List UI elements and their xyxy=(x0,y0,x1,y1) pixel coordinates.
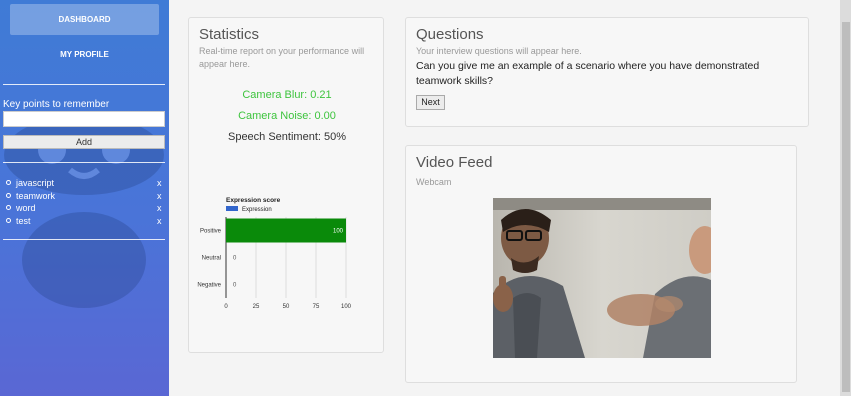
key-point-label: javascript xyxy=(16,178,55,188)
expression-score-chart: Expression score Expression 0 25 50 75 100 Posi… xyxy=(197,197,352,310)
camera-noise-stat: Camera Noise: 0.00 xyxy=(238,110,336,122)
x-tick-label: 0 xyxy=(224,304,228,310)
add-key-point-button[interactable]: Add xyxy=(3,135,165,149)
key-point-label: test xyxy=(16,215,31,226)
bullet-icon xyxy=(6,205,11,210)
x-tick-label: 25 xyxy=(253,304,260,310)
video-feed-card: Video Feed Webcam xyxy=(405,145,797,383)
list-item: teamwork x xyxy=(0,190,169,203)
remove-key-point-button[interactable]: x xyxy=(157,190,162,202)
list-item: test x xyxy=(0,215,169,228)
key-point-label: teamwork xyxy=(16,190,56,201)
speech-sentiment-stat: Speech Sentiment: 50% xyxy=(227,131,347,143)
webcam-image xyxy=(493,198,711,358)
video-feed-title: Video Feed xyxy=(416,154,493,171)
nav-dashboard[interactable]: DASHBOARD xyxy=(10,4,159,35)
bullet-icon xyxy=(6,192,11,198)
statistics-title: Statistics xyxy=(199,26,260,43)
y-tick-label: Positive xyxy=(200,229,222,235)
remove-key-point-button[interactable]: x xyxy=(157,215,162,227)
data-label: 0 xyxy=(233,256,237,262)
statistics-subtitle: Real-time report on your performance wil… xyxy=(199,46,365,69)
questions-title: Questions xyxy=(416,26,484,43)
question-text: Can you give me an example of a scenario… xyxy=(416,60,760,87)
chart-title: Expression score xyxy=(226,197,281,204)
legend-swatch xyxy=(226,206,238,211)
sidebar: DASHBOARD MY PROFILE Key points to remem… xyxy=(0,0,169,396)
divider xyxy=(3,162,165,163)
x-tick-label: 100 xyxy=(341,304,352,310)
next-question-button[interactable]: Next xyxy=(416,95,445,110)
x-tick-label: 50 xyxy=(283,304,290,310)
remove-key-point-button[interactable]: x xyxy=(157,202,162,214)
list-item: word x xyxy=(0,202,169,215)
y-tick-label: Neutral xyxy=(202,256,221,262)
divider xyxy=(3,84,165,85)
questions-subtitle: Your interview questions will appear her… xyxy=(416,46,582,56)
questions-card: Questions Your interview questions will … xyxy=(405,17,809,127)
nav-my-profile[interactable]: MY PROFILE xyxy=(10,39,159,70)
legend-label: Expression xyxy=(242,207,272,213)
key-points-list: javascript x teamwork x word x test x xyxy=(0,177,169,227)
divider xyxy=(3,239,165,240)
scrollbar-thumb[interactable] xyxy=(842,22,850,392)
key-point-input[interactable] xyxy=(3,111,165,127)
video-feed-subtitle: Webcam xyxy=(416,177,452,187)
key-point-label: word xyxy=(16,203,36,213)
data-label: 0 xyxy=(233,283,237,289)
list-item: javascript x xyxy=(0,177,169,190)
data-label: 100 xyxy=(333,229,344,235)
y-tick-label: Negative xyxy=(197,283,221,289)
bullet-icon xyxy=(6,180,11,185)
camera-blur-stat: Camera Blur: 0.21 xyxy=(242,89,332,101)
x-tick-label: 75 xyxy=(313,304,320,310)
bullet-icon xyxy=(6,217,11,223)
webcam-feed xyxy=(493,198,711,358)
bar xyxy=(226,218,346,243)
remove-key-point-button[interactable]: x xyxy=(157,177,162,189)
key-points-label: Key points to remember xyxy=(3,99,110,110)
